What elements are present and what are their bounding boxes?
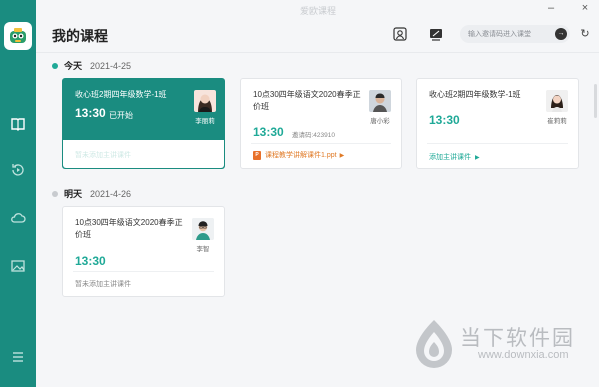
day-date: 2021-4-26	[90, 188, 132, 199]
add-courseware-link[interactable]: 添加主讲课件 ▶	[429, 152, 480, 162]
page-title: 我的课程	[52, 28, 108, 44]
app-logo	[4, 22, 32, 50]
day-heading-today: 今天 2021-4-25	[52, 59, 131, 72]
card-divider	[251, 143, 391, 144]
day-dot	[52, 62, 58, 69]
teacher-name: 崔莉莉	[547, 118, 567, 125]
header-divider	[36, 52, 599, 53]
course-status: 已开始	[109, 111, 133, 120]
add-courseware-label: 添加主讲课件	[429, 154, 471, 161]
course-time: 13:30	[429, 113, 460, 127]
invite-code: 邀请码:423910	[292, 132, 335, 139]
course-title: 10点30四年级语文2020春季正价班	[253, 90, 361, 111]
sidebar	[0, 0, 36, 387]
book-icon[interactable]	[8, 114, 28, 134]
course-time: 13:30	[75, 106, 106, 120]
course-card[interactable]: 10点30四年级语文2020春季正价班 13:30 邀请码:423910 唐小彩…	[240, 78, 402, 169]
watermark-logo	[414, 318, 454, 373]
day-date: 2021-4-25	[90, 60, 132, 71]
course-time: 13:30	[75, 254, 106, 268]
replay-icon[interactable]	[8, 160, 28, 180]
teacher-avatar	[546, 90, 568, 112]
teacher-avatar	[369, 90, 391, 112]
teacher-avatar	[194, 90, 216, 112]
course-card[interactable]: 收心班2期四年级数学-1班 13:30 崔莉莉 添加主讲课件 ▶	[416, 78, 579, 169]
card-divider	[73, 271, 214, 272]
courseware-empty-text: 暂未添加主讲课件	[75, 152, 131, 159]
whiteboard-icon[interactable]	[428, 26, 444, 42]
refresh-icon[interactable]: ↻	[578, 27, 592, 41]
courseware-empty-text: 暂未添加主讲课件	[75, 281, 131, 288]
day-heading-tomorrow: 明天 2021-4-26	[52, 187, 131, 200]
user-badge-icon[interactable]	[392, 26, 408, 42]
window-title: 爱欧课程	[300, 6, 337, 16]
play-icon: ▶	[474, 155, 480, 161]
course-card[interactable]: 收心班2期四年级数学-1班 13:30 已开始 李丽莉 暂未添加主讲课件	[62, 78, 225, 169]
course-title: 收心班2期四年级数学-1班	[429, 90, 521, 99]
close-button[interactable]: ×	[578, 2, 592, 14]
ppt-file-icon: P	[253, 150, 261, 160]
scrollbar[interactable]	[594, 84, 597, 118]
invite-code-input[interactable]	[468, 27, 554, 41]
day-label: 明天	[64, 189, 83, 199]
cloud-icon[interactable]	[8, 208, 28, 228]
course-title: 10点30四年级语文2020春季正价班	[75, 218, 183, 239]
course-time: 13:30	[253, 125, 284, 139]
invite-code-search: →	[460, 25, 570, 43]
teacher-name: 李丽莉	[195, 118, 215, 125]
course-title: 收心班2期四年级数学-1班	[75, 90, 167, 99]
courseware-file-link[interactable]: P 课程教学讲解课件1.ppt ▶	[253, 150, 344, 160]
watermark-text: 当下软件园	[460, 327, 575, 350]
teacher-name: 李智	[196, 246, 210, 253]
day-dot	[52, 190, 58, 197]
image-icon[interactable]	[8, 256, 28, 276]
menu-icon[interactable]	[8, 347, 28, 367]
day-label: 今天	[64, 61, 83, 71]
minimize-button[interactable]: –	[544, 2, 558, 14]
courseware-file-name: 课程教学讲解课件1.ppt	[265, 152, 337, 159]
card-divider	[427, 143, 568, 144]
play-icon: ▶	[339, 152, 345, 159]
course-card[interactable]: 10点30四年级语文2020春季正价班 13:30 李智 暂未添加主讲课件	[62, 206, 225, 297]
search-go-button[interactable]: →	[555, 28, 567, 40]
teacher-name: 唐小彩	[370, 118, 390, 125]
watermark-url: www.downxia.com	[478, 349, 569, 361]
teacher-avatar	[192, 218, 214, 240]
